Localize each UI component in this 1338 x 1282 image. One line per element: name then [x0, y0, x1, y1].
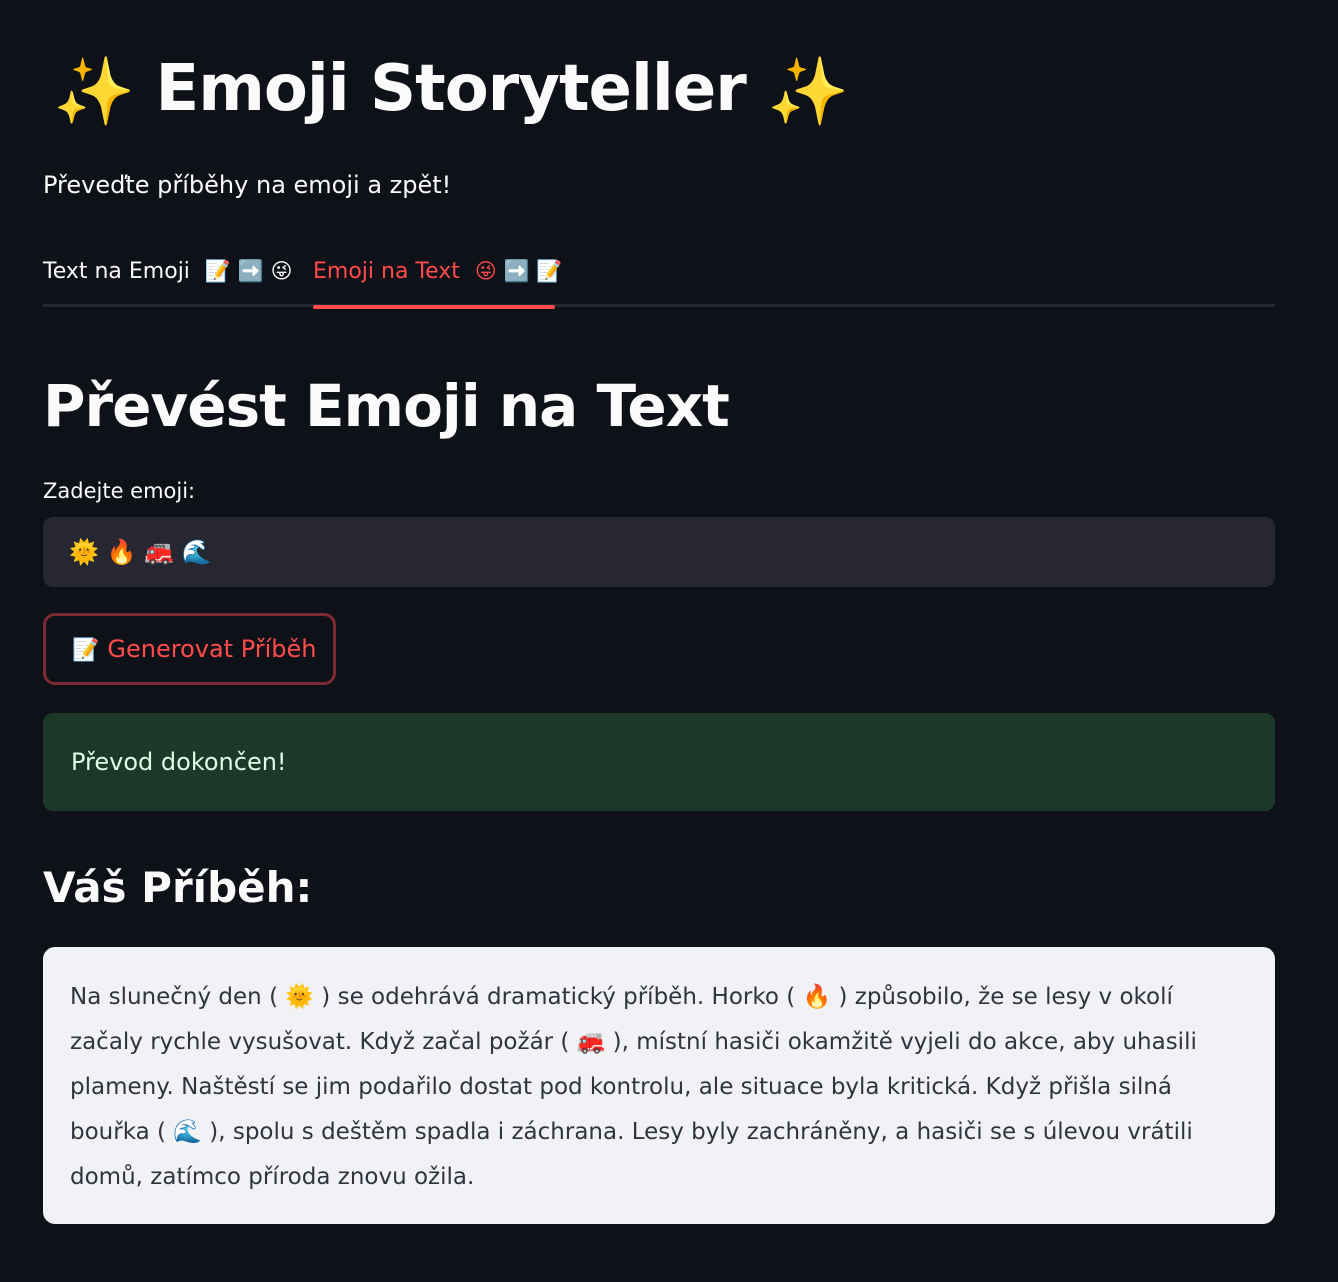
- section-title: Převést Emoji na Text: [43, 372, 730, 440]
- app-title-text: Emoji Storyteller: [155, 52, 746, 126]
- success-alert: Převod dokončen!: [43, 713, 1275, 811]
- story-heading: Váš Příběh:: [43, 863, 313, 912]
- tab-emoji-to-text[interactable]: Emoji na Text 😜 ➡️ 📝: [313, 246, 562, 306]
- tab-label: Emoji na Text: [313, 259, 460, 284]
- emoji-input[interactable]: [43, 517, 1275, 587]
- app-title: ✨ Emoji Storyteller ✨: [53, 44, 849, 137]
- tab-text-to-emoji[interactable]: Text na Emoji 📝 ➡️ 😜: [43, 246, 292, 306]
- generate-story-button-label: Generovat Příběh: [107, 635, 317, 663]
- story-text: Na slunečný den ( 🌞 ) se odehrává dramat…: [70, 984, 1197, 1190]
- tab-bar: Text na Emoji 📝 ➡️ 😜 Emoji na Text 😜 ➡️ …: [43, 246, 1275, 309]
- tab-emoji-icons: 😜 ➡️ 📝: [474, 259, 563, 283]
- story-output: Na slunečný den ( 🌞 ) se odehrává dramat…: [43, 947, 1275, 1224]
- emoji-input-label: Zadejte emoji:: [43, 479, 196, 503]
- tab-emoji-icons: 📝 ➡️ 😜: [204, 259, 293, 283]
- tab-label: Text na Emoji: [43, 259, 190, 284]
- sparkle-icon: ✨: [53, 53, 135, 131]
- app-subtitle: Převeďte příběhy na emoji a zpět!: [43, 171, 452, 199]
- success-message: Převod dokončen!: [71, 748, 287, 776]
- active-tab-indicator: [313, 305, 555, 309]
- sparkle-icon: ✨: [767, 53, 849, 131]
- generate-story-button[interactable]: 📝 Generovat Příběh: [43, 613, 336, 685]
- memo-icon: 📝: [72, 638, 100, 663]
